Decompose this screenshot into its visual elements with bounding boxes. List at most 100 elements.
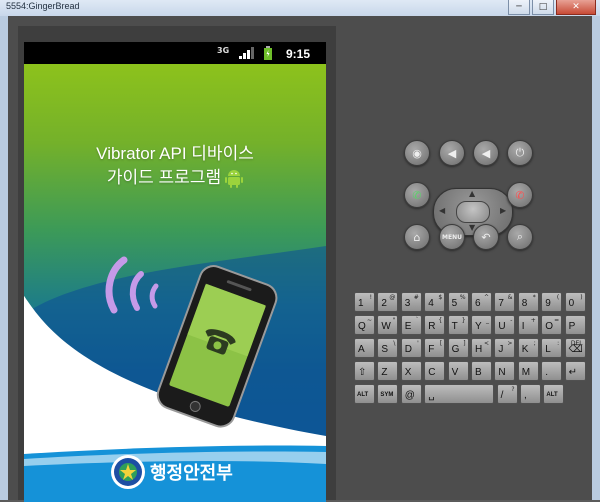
- key-0-7[interactable]: 8 *: [517, 292, 539, 312]
- dpad-up-icon[interactable]: ▲: [469, 189, 475, 198]
- key-0-8[interactable]: 9(: [541, 292, 563, 312]
- key-4-6[interactable]: ALT: [543, 384, 565, 404]
- camera-button[interactable]: ◉: [404, 140, 430, 166]
- key-2-0[interactable]: A: [354, 338, 375, 358]
- key-3-0[interactable]: ⇧: [354, 361, 375, 381]
- key-0-0[interactable]: 1!: [354, 292, 375, 312]
- end-call-icon: ✆: [515, 188, 525, 202]
- key-label: G: [451, 344, 460, 355]
- key-label: ALT: [546, 392, 558, 398]
- phone-screen[interactable]: 3G 9:15 Vibrator API 디바이스 가이드 프로그램 행정안전부: [24, 42, 326, 502]
- key-label: Z: [381, 367, 388, 378]
- home-button[interactable]: ⌂: [404, 224, 430, 250]
- key-2-6[interactable]: J >: [494, 338, 516, 358]
- close-button[interactable]: ✕: [556, 0, 596, 15]
- key-label: ␣: [428, 390, 435, 401]
- key-label: I: [521, 321, 525, 332]
- key-alt-label: DEL: [570, 340, 583, 347]
- key-0-3[interactable]: 4 $: [424, 292, 446, 312]
- dpad-right-icon[interactable]: ▶: [500, 206, 506, 215]
- end-call-button[interactable]: ✆: [507, 182, 533, 208]
- key-label: X: [404, 367, 412, 378]
- key-2-5[interactable]: H <: [471, 338, 492, 358]
- dpad-left-icon[interactable]: ◀: [439, 206, 445, 215]
- key-1-0[interactable]: Q ~: [354, 315, 375, 335]
- key-0-4[interactable]: 5%: [447, 292, 469, 312]
- minimize-button[interactable]: ─: [508, 0, 530, 15]
- key-0-1[interactable]: 2 @: [377, 292, 399, 312]
- key-alt-label: #: [413, 294, 419, 301]
- key-alt-label: @: [389, 294, 396, 301]
- ministry-name: 행정안전부: [150, 463, 233, 484]
- back-button[interactable]: ↶: [473, 224, 499, 250]
- key-3-5[interactable]: B: [471, 361, 492, 381]
- key-2-4[interactable]: G]: [447, 338, 469, 358]
- key-1-5[interactable]: Y _: [471, 315, 492, 335]
- key-2-1[interactable]: S \: [377, 338, 399, 358]
- key-0-6[interactable]: 7 &: [494, 292, 516, 312]
- key-alt-label: !: [369, 294, 372, 301]
- key-1-3[interactable]: R{: [424, 315, 446, 335]
- key-3-3[interactable]: C: [424, 361, 446, 381]
- key-0-5[interactable]: 6 ^: [471, 292, 492, 312]
- key-2-9[interactable]: ⌫ DEL: [564, 338, 586, 358]
- key-alt-label: _: [486, 317, 489, 324]
- key-label: 6: [475, 298, 481, 309]
- call-button[interactable]: ✆: [404, 182, 430, 208]
- key-1-7[interactable]: I +: [517, 315, 539, 335]
- key-label: ⇧: [358, 367, 367, 378]
- key-3-1[interactable]: Z: [377, 361, 399, 381]
- power-button[interactable]: ⏻: [507, 140, 533, 166]
- app-title-line2: 가이드 프로그램: [106, 168, 222, 187]
- app-title-line1: Vibrator API 디바이스: [96, 144, 254, 163]
- camera-icon: ◉: [412, 146, 422, 160]
- emulator-body: 3G 9:15 Vibrator API 디바이스 가이드 프로그램 행정안전부…: [8, 16, 592, 502]
- key-1-6[interactable]: U-: [494, 315, 516, 335]
- key-1-1[interactable]: W ": [377, 315, 399, 335]
- key-label: R: [428, 321, 436, 332]
- key-4-0[interactable]: ALT: [354, 384, 375, 404]
- key-2-3[interactable]: F[: [424, 338, 446, 358]
- key-label: B: [475, 367, 482, 378]
- key-3-6[interactable]: N: [494, 361, 516, 381]
- key-alt-label: =: [554, 317, 560, 324]
- key-4-4[interactable]: /?: [496, 384, 518, 404]
- dpad-center-button[interactable]: [456, 201, 490, 223]
- key-label: /: [500, 390, 504, 401]
- key-4-2[interactable]: @: [400, 384, 422, 404]
- search-button[interactable]: ⌕: [507, 224, 533, 250]
- key-4-1[interactable]: SYM: [377, 384, 399, 404]
- key-alt-label: %: [459, 294, 466, 301]
- key-4-3[interactable]: ␣: [424, 384, 495, 404]
- key-alt-label: \: [393, 340, 396, 347]
- key-2-7[interactable]: K;: [517, 338, 539, 358]
- key-1-2[interactable]: E `: [400, 315, 422, 335]
- key-2-8[interactable]: L:: [541, 338, 563, 358]
- menu-button[interactable]: MENU: [439, 224, 465, 250]
- key-0-9[interactable]: 0): [564, 292, 586, 312]
- window-frame-right: [592, 16, 600, 500]
- key-1-8[interactable]: O =: [541, 315, 563, 335]
- search-icon: ⌕: [516, 230, 524, 243]
- network-indicator: 3G: [217, 46, 230, 55]
- key-label: Y: [475, 321, 482, 332]
- app-title: Vibrator API 디바이스 가이드 프로그램: [24, 142, 326, 190]
- key-3-7[interactable]: M: [517, 361, 539, 381]
- key-3-8[interactable]: .: [541, 361, 563, 381]
- key-3-9[interactable]: ↵: [564, 361, 586, 381]
- ministry-brand: 행정안전부: [110, 454, 233, 490]
- key-2-2[interactable]: D ': [400, 338, 422, 358]
- maximize-button[interactable]: □: [532, 0, 554, 15]
- key-label: W: [381, 321, 391, 332]
- key-label: 1: [358, 298, 364, 309]
- key-0-2[interactable]: 3 #: [400, 292, 422, 312]
- window-titlebar[interactable]: 5554:GingerBread ─ □ ✕: [0, 0, 600, 17]
- volume-up-button[interactable]: ◀: [473, 140, 499, 166]
- key-3-2[interactable]: X: [400, 361, 422, 381]
- volume-down-button[interactable]: ◀: [439, 140, 465, 166]
- key-4-5[interactable]: ,: [520, 384, 541, 404]
- key-3-4[interactable]: V: [447, 361, 469, 381]
- key-alt-label: }: [461, 317, 466, 324]
- key-1-9[interactable]: P: [564, 315, 586, 335]
- key-1-4[interactable]: T}: [447, 315, 469, 335]
